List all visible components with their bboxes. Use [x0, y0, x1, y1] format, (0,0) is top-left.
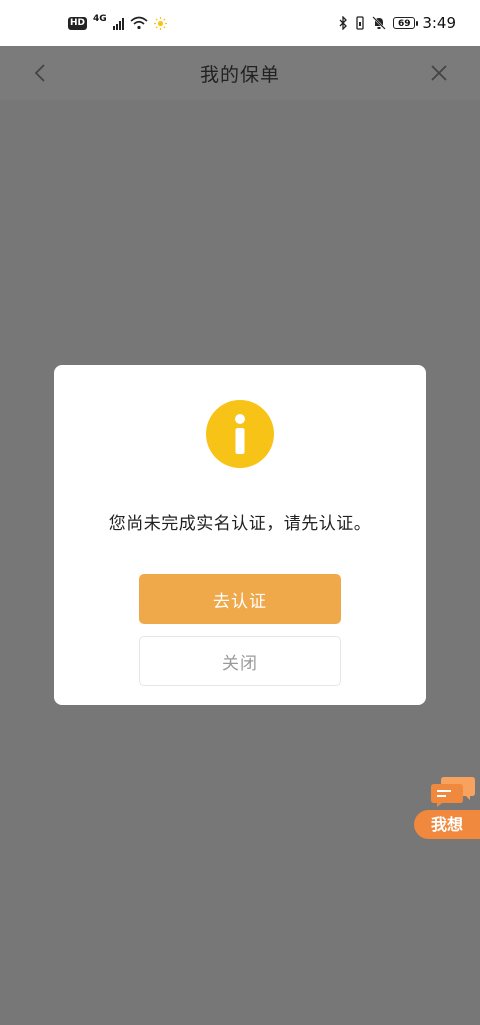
chevron-left-icon[interactable] — [30, 61, 52, 85]
vibrate-icon — [356, 16, 364, 30]
feedback-widget[interactable]: 我想 — [414, 775, 480, 839]
mute-icon — [372, 16, 387, 30]
battery-icon: 69 — [393, 17, 419, 29]
close-dialog-button[interactable]: 关闭 — [139, 636, 341, 686]
wifi-icon — [130, 16, 148, 30]
auth-required-dialog: 您尚未完成实名认证，请先认证。 去认证 关闭 — [54, 365, 426, 705]
dialog-message: 您尚未完成实名认证，请先认证。 — [108, 514, 372, 534]
status-time: 3:49 — [422, 14, 456, 32]
status-right-group: 69 3:49 — [339, 14, 456, 32]
verify-button[interactable]: 去认证 — [139, 574, 341, 624]
close-icon[interactable] — [428, 61, 450, 85]
info-icon — [206, 400, 274, 468]
page-title: 我的保单 — [199, 63, 280, 86]
chat-bubble-icon — [431, 777, 475, 807]
hd-icon: HD — [68, 16, 88, 30]
status-left-group: HD 4G — [68, 14, 167, 32]
bluetooth-icon — [339, 16, 348, 30]
sun-icon — [153, 16, 167, 30]
status-bar: HD 4G 69 3:49 — [0, 0, 480, 46]
signal-icon — [112, 17, 124, 30]
feedback-label: 我想 — [414, 810, 480, 839]
title-bar: 我的保单 — [0, 46, 480, 100]
network-type-label: 4G — [93, 14, 107, 24]
